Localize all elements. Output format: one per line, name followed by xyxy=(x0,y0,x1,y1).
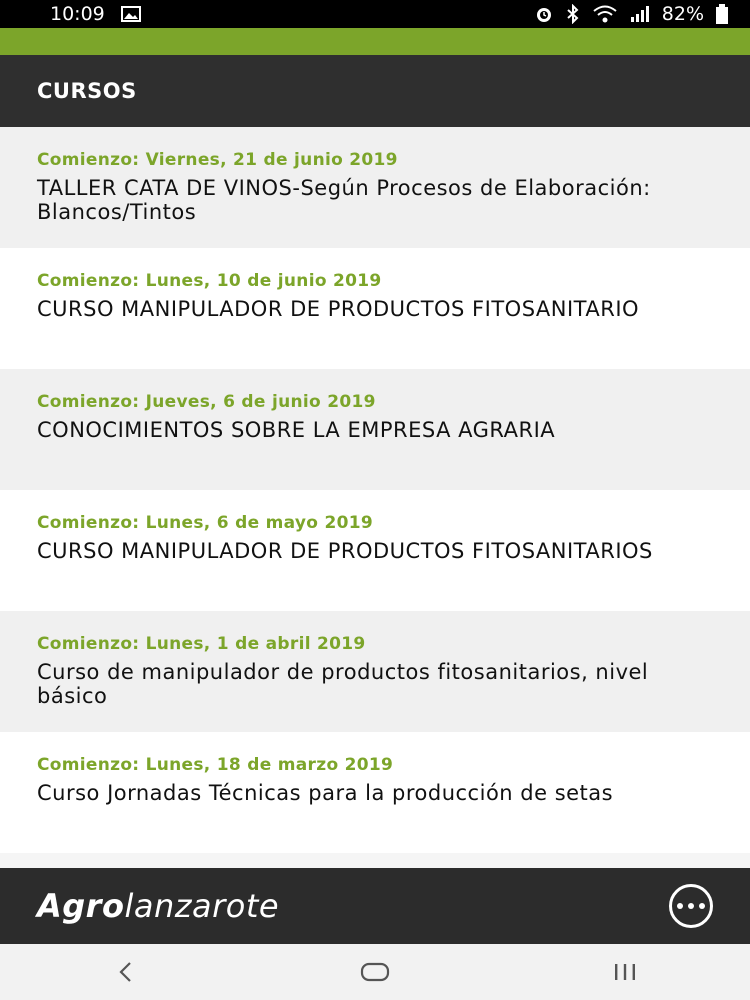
course-date: Comienzo: Lunes, 1 de abril 2019 xyxy=(37,634,366,654)
course-title: CURSO MANIPULADOR DE PRODUCTOS FITOSANIT… xyxy=(37,297,640,321)
recents-button[interactable] xyxy=(595,947,655,997)
more-icon-dot xyxy=(688,903,694,909)
wifi-icon xyxy=(592,4,618,24)
course-item[interactable]: Comienzo: Lunes, 6 de mayo 2019 CURSO MA… xyxy=(0,490,750,611)
course-list: Comienzo: Viernes, 21 de junio 2019 TALL… xyxy=(0,127,750,868)
battery-percent: 82% xyxy=(661,3,704,25)
course-title: Curso de manipulador de productos fitosa… xyxy=(37,660,649,708)
status-bar: 10:09 82% xyxy=(0,0,750,28)
signal-icon xyxy=(630,5,650,23)
course-title: CURSO MANIPULADOR DE PRODUCTOS FITOSANIT… xyxy=(37,539,653,563)
course-title: CONOCIMIENTOS SOBRE LA EMPRESA AGRARIA xyxy=(37,418,556,442)
status-time: 10:09 xyxy=(50,3,105,25)
alarm-icon xyxy=(534,4,554,24)
agrolanzarote-logo: Agrolanzarote xyxy=(37,887,279,925)
recents-icon xyxy=(615,964,635,980)
battery-icon xyxy=(716,4,728,24)
logo-bold-text: Agro xyxy=(37,887,125,925)
accent-bar xyxy=(0,28,750,55)
app-footer: Agrolanzarote xyxy=(0,868,750,944)
more-icon-dot xyxy=(699,903,705,909)
app-header: CURSOS xyxy=(0,55,750,127)
image-icon xyxy=(120,6,141,22)
home-button[interactable] xyxy=(345,947,405,997)
course-item[interactable]: Comienzo: Lunes, 18 de marzo 2019 Curso … xyxy=(0,732,750,853)
more-icon xyxy=(677,903,683,909)
back-button[interactable] xyxy=(95,947,155,997)
course-title: TALLER CATA DE VINOS-Según Procesos de E… xyxy=(37,176,651,224)
course-date: Comienzo: Lunes, 10 de junio 2019 xyxy=(37,271,382,291)
course-title: Curso Jornadas Técnicas para la producci… xyxy=(37,781,614,805)
logo-light-text: lanzarote xyxy=(124,887,280,925)
course-item[interactable]: Comienzo: Jueves, 6 de junio 2019 CONOCI… xyxy=(0,369,750,490)
course-date: Comienzo: Jueves, 6 de junio 2019 xyxy=(37,392,376,412)
course-date: Comienzo: Lunes, 6 de mayo 2019 xyxy=(37,513,374,533)
system-nav-bar xyxy=(0,944,750,1000)
course-item[interactable]: Comienzo: Viernes, 21 de junio 2019 TALL… xyxy=(0,127,750,248)
more-options-button[interactable] xyxy=(669,884,713,928)
bluetooth-icon xyxy=(566,4,580,24)
course-date: Comienzo: Viernes, 21 de junio 2019 xyxy=(37,150,398,170)
home-icon xyxy=(360,962,390,982)
back-icon xyxy=(119,962,131,982)
course-item[interactable]: Comienzo: Lunes, 10 de junio 2019 CURSO … xyxy=(0,248,750,369)
page-title: CURSOS xyxy=(37,79,137,103)
course-date: Comienzo: Lunes, 18 de marzo 2019 xyxy=(37,755,394,775)
course-item[interactable]: Comienzo: Lunes, 1 de abril 2019 Curso d… xyxy=(0,611,750,732)
